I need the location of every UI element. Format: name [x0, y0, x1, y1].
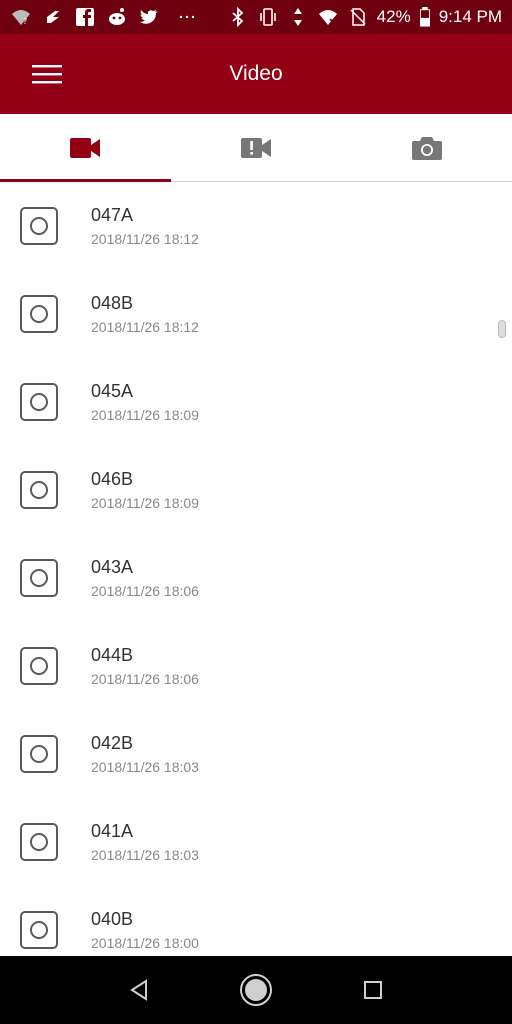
file-date: 2018/11/26 18:09	[91, 407, 199, 423]
list-item[interactable]: 048B 2018/11/26 18:12	[0, 271, 512, 359]
recents-square-icon	[364, 981, 383, 999]
video-thumbnail-icon	[20, 559, 58, 597]
page-title: Video	[229, 62, 283, 85]
more-dots-icon	[170, 6, 204, 28]
video-thumbnail-icon	[20, 735, 58, 773]
battery-icon	[419, 6, 431, 28]
list-item[interactable]: 044B 2018/11/26 18:06	[0, 623, 512, 711]
hamburger-menu-icon	[32, 65, 62, 84]
file-name: 045A	[91, 381, 134, 401]
app-bar: Video	[0, 34, 512, 114]
reddit-icon	[106, 6, 128, 28]
file-name: 042B	[91, 733, 134, 753]
file-name: 041A	[91, 821, 134, 841]
file-date: 2018/11/26 18:06	[91, 583, 199, 599]
file-name: 046B	[91, 469, 134, 489]
vibrate-icon	[257, 6, 279, 28]
status-bar: ? 42% 9:14 PM	[0, 0, 512, 34]
clock: 9:14 PM	[438, 7, 502, 26]
home-circle-icon	[239, 974, 272, 1006]
status-right-icons: 42% 9:14 PM	[227, 6, 502, 28]
file-name: 040B	[91, 909, 134, 929]
file-date: 2018/11/26 18:03	[91, 847, 199, 863]
file-name: 047A	[91, 205, 134, 225]
wifi-question-icon: ?	[10, 6, 32, 28]
list-item[interactable]: 041A 2018/11/26 18:03	[0, 799, 512, 887]
data-arrows-icon	[287, 6, 309, 28]
list-item[interactable]: 046B 2018/11/26 18:09	[0, 447, 512, 535]
file-name: 043A	[91, 557, 134, 577]
home-button[interactable]	[226, 960, 286, 1020]
video-camera-icon	[70, 137, 101, 158]
list-item[interactable]: 047A 2018/11/26 18:12	[0, 183, 512, 271]
tab-video[interactable]	[0, 114, 171, 182]
twitter-icon	[138, 6, 160, 28]
file-date: 2018/11/26 18:12	[91, 319, 199, 335]
menu-button[interactable]	[22, 54, 72, 94]
video-thumbnail-icon	[20, 911, 58, 949]
file-name: 044B	[91, 645, 134, 665]
recents-button[interactable]	[343, 960, 403, 1020]
bluetooth-icon	[227, 6, 249, 28]
video-alert-icon	[241, 137, 271, 158]
wifi-x-icon	[317, 6, 339, 28]
file-date: 2018/11/26 18:03	[91, 759, 199, 775]
list-item[interactable]: 042B 2018/11/26 18:03	[0, 711, 512, 799]
file-date: 2018/11/26 18:00	[91, 935, 199, 951]
camera-icon	[411, 136, 442, 160]
list-item[interactable]: 040B 2018/11/26 18:00	[0, 887, 512, 956]
video-file-list: 047A 2018/11/26 18:12 048B 2018/11/26 18…	[0, 183, 512, 956]
list-item[interactable]: 045A 2018/11/26 18:09	[0, 359, 512, 447]
system-nav-bar	[0, 956, 512, 1024]
file-date: 2018/11/26 18:06	[91, 671, 199, 687]
tab-bar	[0, 114, 512, 182]
video-thumbnail-icon	[20, 823, 58, 861]
video-thumbnail-icon	[20, 207, 58, 245]
file-date: 2018/11/26 18:09	[91, 495, 199, 511]
list-item[interactable]: 043A 2018/11/26 18:06	[0, 535, 512, 623]
tab-photo[interactable]	[341, 114, 512, 181]
file-date: 2018/11/26 18:12	[91, 231, 199, 247]
video-thumbnail-icon	[20, 471, 58, 509]
facebook-icon	[74, 6, 96, 28]
status-left-icons: ?	[10, 6, 204, 28]
file-name: 048B	[91, 293, 134, 313]
video-thumbnail-icon	[20, 295, 58, 333]
svg-text:?: ?	[23, 17, 27, 26]
back-button[interactable]	[109, 960, 169, 1020]
scrollbar-thumb[interactable]	[498, 320, 506, 338]
nfc-icon	[42, 6, 64, 28]
tab-event[interactable]	[171, 114, 342, 181]
video-thumbnail-icon	[20, 383, 58, 421]
video-thumbnail-icon	[20, 647, 58, 685]
battery-percent: 42%	[376, 7, 411, 26]
back-triangle-icon	[129, 979, 147, 1001]
no-sim-icon	[347, 6, 369, 28]
